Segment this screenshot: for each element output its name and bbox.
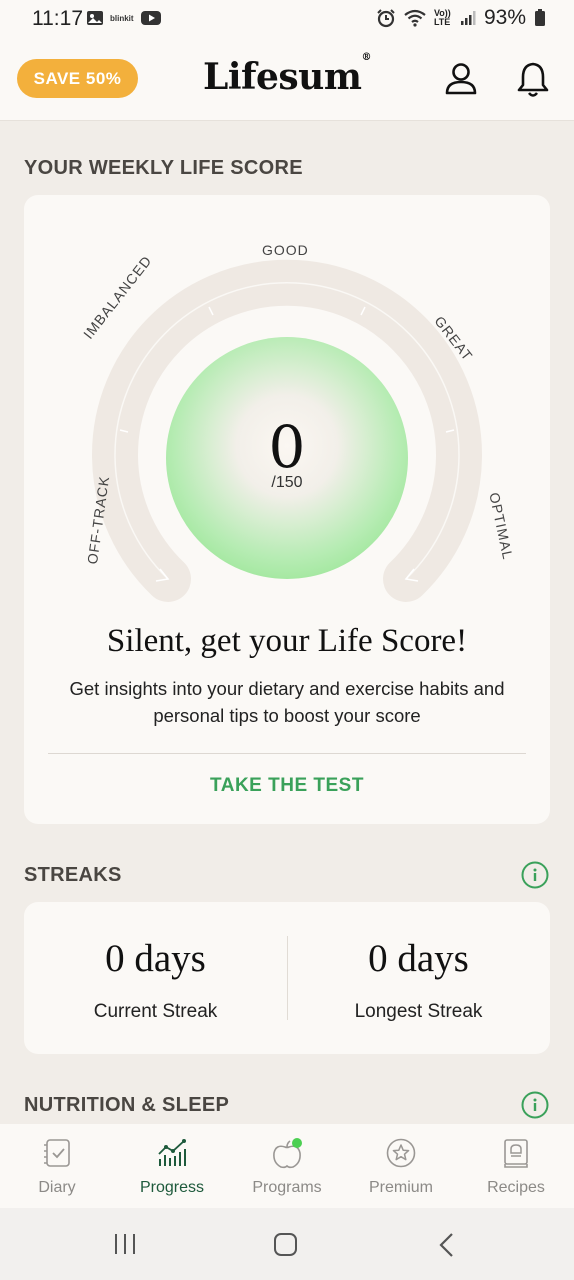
- network-type: Vo)) LTE: [433, 8, 451, 27]
- life-score-card: GOOD IMBALANCED GREAT OFF-TRACK OPTIMAL …: [24, 195, 550, 824]
- nutrition-info-icon[interactable]: [521, 1091, 549, 1119]
- nav-premium[interactable]: Premium: [344, 1124, 458, 1208]
- alarm-icon: [377, 9, 395, 28]
- gauge-label-good: GOOD: [262, 242, 309, 258]
- life-score-description: Get insights into your dietary and exerc…: [69, 678, 505, 726]
- life-score-section-title: YOUR WEEKLY LIFE SCORE: [24, 157, 303, 179]
- streaks-card: 0 days Current Streak 0 days Longest Str…: [24, 902, 550, 1054]
- blinkit-icon: blinkit: [110, 13, 134, 23]
- longest-streak-label: Longest Streak: [354, 1001, 483, 1022]
- nutrition-sleep-section-title: NUTRITION & SLEEP: [24, 1094, 230, 1116]
- system-navigation-bar: [0, 1208, 574, 1280]
- current-streak-label: Current Streak: [93, 1001, 218, 1022]
- apple-icon: [273, 1138, 302, 1169]
- system-icons: Vo)) LTE 93%: [376, 6, 546, 30]
- progress-chart-icon: [158, 1139, 186, 1166]
- nav-recipes[interactable]: Recipes: [459, 1124, 573, 1208]
- bottom-navigation: Diary Progress Programs Premium Recipes: [0, 1124, 574, 1208]
- score-max: /150: [271, 474, 303, 491]
- nav-programs-label: Programs: [252, 1179, 322, 1196]
- current-streak: 0 days Current Streak: [24, 902, 287, 1052]
- recipe-book-icon: [504, 1139, 528, 1168]
- battery-percent: 93%: [483, 6, 526, 29]
- signal-icon: [460, 11, 476, 25]
- nav-progress[interactable]: Progress: [115, 1124, 229, 1208]
- youtube-icon: [140, 11, 161, 25]
- current-streak-value: 0 days: [105, 937, 206, 980]
- nav-progress-label: Progress: [139, 1179, 205, 1196]
- gallery-icon: [87, 11, 103, 25]
- streaks-info-icon[interactable]: [521, 861, 549, 889]
- bell-icon[interactable]: [515, 60, 551, 98]
- card-divider: [48, 753, 526, 754]
- star-badge-icon: [386, 1138, 416, 1168]
- back-icon[interactable]: [438, 1232, 456, 1258]
- streaks-section-title: STREAKS: [24, 864, 122, 886]
- status-bar: 11:17 blinkit Vo)) LTE 93%: [0, 0, 574, 40]
- notification-icons: blinkit: [86, 10, 162, 26]
- score-value: 0: [268, 413, 306, 481]
- status-time: 11:17: [32, 7, 83, 30]
- longest-streak: 0 days Longest Streak: [287, 902, 550, 1052]
- longest-streak-value: 0 days: [368, 937, 469, 980]
- app-header: SAVE 50% Lifesum®: [0, 40, 574, 121]
- nav-premium-label: Premium: [368, 1179, 433, 1196]
- home-icon[interactable]: [273, 1232, 298, 1257]
- nav-diary[interactable]: Diary: [0, 1124, 114, 1208]
- profile-icon[interactable]: [443, 60, 479, 96]
- battery-icon: [535, 9, 545, 26]
- logo-text: Lifesum: [203, 56, 362, 98]
- lifesum-logo: Lifesum®: [0, 52, 574, 98]
- nav-programs[interactable]: Programs: [230, 1124, 344, 1208]
- nav-recipes-label: Recipes: [487, 1179, 545, 1196]
- wifi-icon: [404, 9, 426, 27]
- recent-apps-icon[interactable]: [113, 1232, 137, 1256]
- life-score-title: Silent, get your Life Score!: [106, 623, 468, 659]
- registered-mark: ®: [361, 52, 371, 63]
- nav-diary-label: Diary: [38, 1179, 76, 1196]
- diary-icon: [44, 1139, 70, 1167]
- take-the-test-button[interactable]: TAKE THE TEST: [24, 775, 550, 797]
